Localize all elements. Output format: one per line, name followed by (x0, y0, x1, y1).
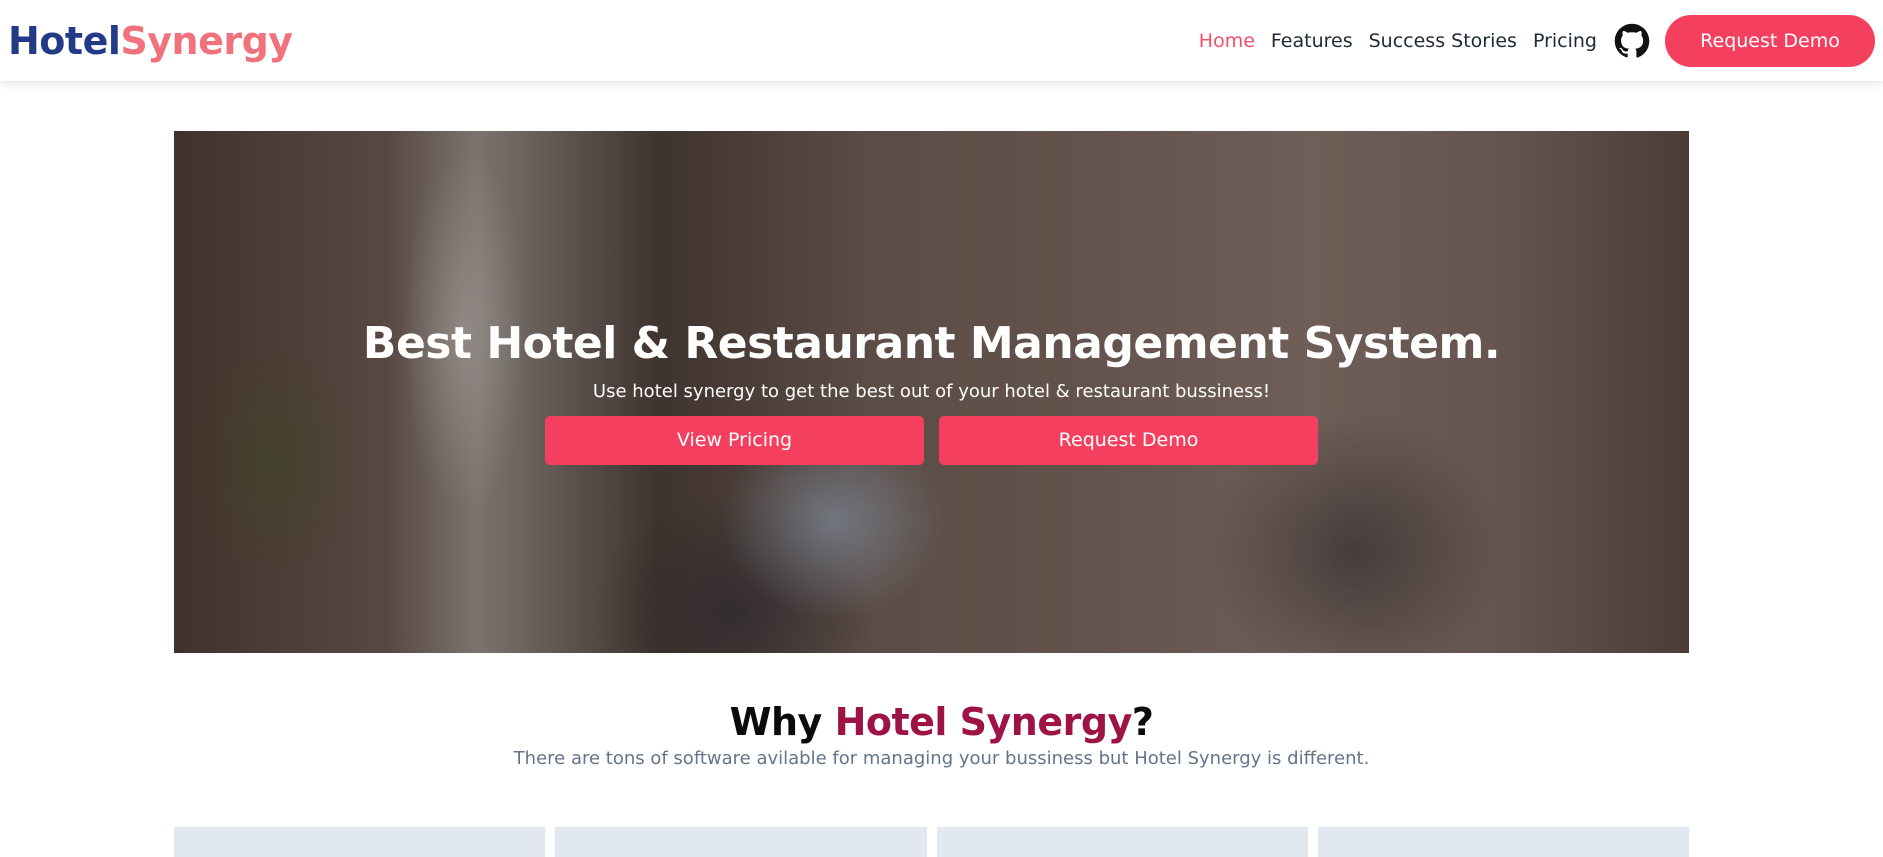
why-title: Why Hotel Synergy? (0, 700, 1883, 744)
why-subtitle: There are tons of software avilable for … (513, 748, 1370, 769)
hero-request-demo-button[interactable]: Request Demo (939, 415, 1318, 465)
feature-cards-row (174, 827, 1689, 857)
why-section: Why Hotel Synergy? There are tons of sof… (0, 700, 1883, 769)
feature-card (1317, 827, 1689, 857)
view-pricing-button[interactable]: View Pricing (545, 415, 924, 465)
nav-link-features[interactable]: Features (1271, 30, 1353, 52)
feature-card (936, 827, 1308, 857)
why-title-suffix: ? (1131, 700, 1154, 744)
hero-banner: Best Hotel & Restaurant Management Syste… (174, 131, 1689, 653)
hero-title: Best Hotel & Restaurant Management Syste… (362, 317, 1501, 369)
why-title-accent: Hotel Synergy (834, 700, 1133, 744)
hero-buttons: View Pricing Request Demo (545, 415, 1318, 465)
nav-link-pricing[interactable]: Pricing (1533, 30, 1597, 52)
feature-card (174, 827, 546, 857)
github-icon[interactable] (1613, 22, 1651, 60)
nav-link-home[interactable]: Home (1199, 30, 1255, 52)
why-title-prefix: Why (729, 700, 835, 744)
nav-link-success-stories[interactable]: Success Stories (1369, 30, 1517, 52)
logo-text-hotel: Hotel (8, 18, 121, 63)
logo-text-synergy: Synergy (120, 18, 293, 63)
hero-content: Best Hotel & Restaurant Management Syste… (174, 131, 1689, 653)
hero-subtitle: Use hotel synergy to get the best out of… (592, 380, 1271, 402)
top-navbar: HotelSynergy Home Features Success Stori… (0, 0, 1883, 81)
feature-card (555, 827, 927, 857)
brand-logo[interactable]: HotelSynergy (8, 19, 293, 63)
nav-menu: Home Features Success Stories Pricing Re… (1199, 0, 1875, 81)
request-demo-button[interactable]: Request Demo (1665, 14, 1875, 67)
